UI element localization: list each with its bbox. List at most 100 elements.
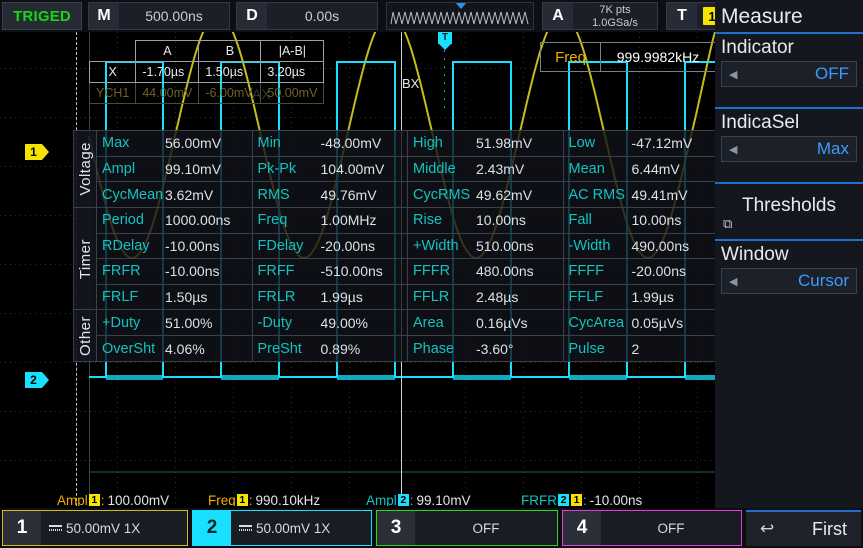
timebase-control[interactable]: M 500.00ns [88, 2, 230, 30]
measure-cell[interactable]: Period 1000.00ns [97, 208, 253, 233]
measure-cell[interactable]: CycArea 0.05µVs [564, 310, 716, 335]
measure-key: RMS [257, 186, 290, 203]
measure-cell[interactable]: FFFR 480.00ns [408, 259, 564, 284]
menu-item-spacer [721, 168, 857, 182]
measure-section-timer-label: Timer [74, 208, 97, 310]
channel-4-button[interactable]: 4 OFF [562, 510, 742, 546]
measure-cell[interactable]: Mean 6.44mV [564, 157, 716, 182]
measure-cell[interactable]: AC RMS 49.41mV [564, 182, 716, 207]
acquisition-control[interactable]: A 7K pts 1.0GSa/s [542, 2, 658, 30]
measurement-results-table: Voltage Max 56.00mV Min -48.00mV High 51.98… [73, 130, 715, 362]
measure-key: High [413, 135, 443, 152]
submenu-expand-icon[interactable]: ⧉ [721, 217, 857, 233]
cursor-x-a: -1.70µs [135, 61, 200, 83]
channel-2-info: 50.00mV 1X [231, 511, 338, 545]
measure-cell[interactable]: FRLF 1.50µs [97, 284, 253, 310]
left-arrow-icon[interactable]: ◀ [729, 68, 737, 81]
measure-cell[interactable]: Freq 1.00MHz [253, 208, 408, 233]
waveform-plot-area[interactable]: AX BX T 1 2 Freq 999.9982kHz A B |A-B| X… [0, 32, 715, 506]
measure-value: 2 [631, 340, 640, 357]
measure-cell[interactable]: FFLR 2.48µs [408, 284, 564, 310]
measure-cell[interactable]: Pulse 2 [564, 336, 716, 361]
measure-cell[interactable]: Low -47.12mV [564, 131, 716, 156]
measure-section-voltage: Voltage Max 56.00mV Min -48.00mV High 51.98… [74, 131, 715, 208]
channel-4-number: 4 [563, 511, 601, 545]
left-arrow-icon[interactable]: ◀ [729, 275, 737, 288]
measure-section-other-label: Other [74, 310, 97, 361]
measure-cell[interactable]: High 51.98mV [408, 131, 564, 156]
measure-value: 0.16µVs [476, 314, 528, 331]
measure-cell[interactable]: -Duty 49.00% [253, 310, 408, 336]
measure-value: -3.60° [476, 340, 514, 357]
menu-item-window-field[interactable]: ◀ Cursor [721, 268, 857, 294]
measure-cell[interactable]: FFFF -20.00ns [564, 259, 716, 284]
measure-cell[interactable]: RDelay -10.00ns [97, 233, 253, 259]
bottom-measure-item[interactable]: Ampl 2 : 99.10mV [366, 493, 471, 506]
channel-2-level-marker[interactable]: 2 [25, 372, 49, 388]
trigger-status-badge[interactable]: TRIGED [2, 2, 82, 30]
cursor-y-b: -6.00mV [198, 82, 262, 104]
measure-cell[interactable]: Rise 10.00ns [408, 208, 564, 233]
measure-cell[interactable]: FDelay -20.00ns [253, 233, 408, 259]
channel-1-level-marker[interactable]: 1 [25, 144, 49, 160]
measure-key: Rise [413, 212, 443, 229]
measure-cell[interactable]: FFLF 1.99µs [564, 285, 716, 310]
bottom-measure-item[interactable]: FRFR 2 1 : -10.00ns [521, 492, 643, 507]
measure-cell[interactable]: PreSht 0.89% [253, 336, 408, 362]
cursor-table-row-y: YCH1 44.00mV -6.00mV 50.00mV [88, 82, 325, 104]
measure-cell[interactable]: CycRMS 49.62mV [408, 182, 564, 208]
menu-item-thresholds[interactable]: Thresholds ⧉ [715, 184, 863, 241]
acquisition-key-label: A [543, 3, 573, 29]
channel-3-button[interactable]: 3 OFF [376, 510, 558, 546]
waveform-navigation-preview[interactable] [386, 2, 534, 30]
measure-cell[interactable]: OverSht 4.06% [97, 336, 253, 362]
menu-item-indicator[interactable]: Indicator ◀ OFF [715, 34, 863, 109]
bottom-measure-item[interactable]: Freq 1 : 990.10kHz [208, 493, 320, 506]
measure-value: 10.00ns [476, 212, 526, 229]
delay-control[interactable]: D 0.00s [236, 2, 378, 30]
measure-cell[interactable]: Min -48.00mV [253, 131, 408, 156]
measure-cell[interactable]: Middle 2.43mV [408, 156, 564, 182]
measure-cell[interactable]: FRFF -510.00ns [253, 259, 408, 284]
measure-cell[interactable]: Area 0.16µVs [408, 310, 564, 336]
menu-item-indicasel[interactable]: IndicaSel ◀ Max [715, 109, 863, 184]
bottom-measure-item[interactable]: Ampl 1 : 100.00mV [57, 493, 169, 506]
measure-cell[interactable]: Max 56.00mV [97, 131, 253, 156]
measure-key: Middle [413, 161, 456, 177]
measure-cell[interactable]: Phase -3.60° [408, 336, 564, 362]
measure-cell[interactable]: Pk-Pk 104.00mV [253, 156, 408, 182]
measure-key: CycRMS [413, 186, 471, 203]
bottom-measure-chip: 1 [88, 493, 100, 506]
trigger-position-marker[interactable]: T [438, 32, 452, 50]
measure-value: 480.00ns [476, 263, 534, 280]
frequency-counter-value: 999.9982kHz [616, 49, 700, 65]
measure-cell[interactable]: Fall 10.00ns [564, 208, 716, 233]
measure-value: -510.00ns [320, 263, 383, 280]
bottom-measure-value: -10.00ns [589, 492, 643, 507]
menu-item-window[interactable]: Window ◀ Cursor [715, 241, 863, 294]
measure-cell[interactable]: Ampl 99.10mV [97, 156, 253, 182]
menu-item-indicasel-field[interactable]: ◀ Max [721, 136, 857, 162]
first-page-button[interactable]: ↩ First [746, 510, 861, 546]
channel-1-button[interactable]: 1 50.00mV 1X [2, 510, 188, 546]
channel-2-number: 2 [193, 511, 231, 545]
left-arrow-icon[interactable]: ◀ [729, 143, 737, 156]
channel-2-button[interactable]: 2 50.00mV 1X [192, 510, 372, 546]
measure-value: 51.98mV [476, 135, 533, 152]
measure-cell[interactable]: -Width 490.00ns [564, 234, 716, 259]
bottom-measure-chip: 1 [571, 493, 582, 506]
back-arrow-icon[interactable]: ↩ [760, 519, 774, 539]
dc-coupling-icon [49, 525, 62, 531]
measure-cell[interactable]: +Width 510.00ns [408, 233, 564, 259]
cursor-row-x-label: X [88, 61, 137, 83]
measure-cell[interactable]: FRLR 1.99µs [253, 284, 408, 310]
bottom-channel-bar: 1 50.00mV 1X 2 50.00mV 1X 3 OFF 4 OFF ↩ … [0, 508, 863, 548]
measure-section-voltage-rows: Max 56.00mV Min -48.00mV High 51.98mV Low -4… [97, 131, 716, 208]
measure-cell[interactable]: RMS 49.76mV [253, 182, 408, 208]
measure-cell[interactable]: FRFR -10.00ns [97, 259, 253, 284]
cursor-table-header-row: A B |A-B| [90, 40, 325, 62]
measure-cell[interactable]: CycMean 3.62mV [97, 182, 253, 208]
measure-cell[interactable]: +Duty 51.00% [97, 310, 253, 336]
measure-key: Fall [568, 212, 592, 229]
menu-item-indicator-field[interactable]: ◀ OFF [721, 61, 857, 87]
